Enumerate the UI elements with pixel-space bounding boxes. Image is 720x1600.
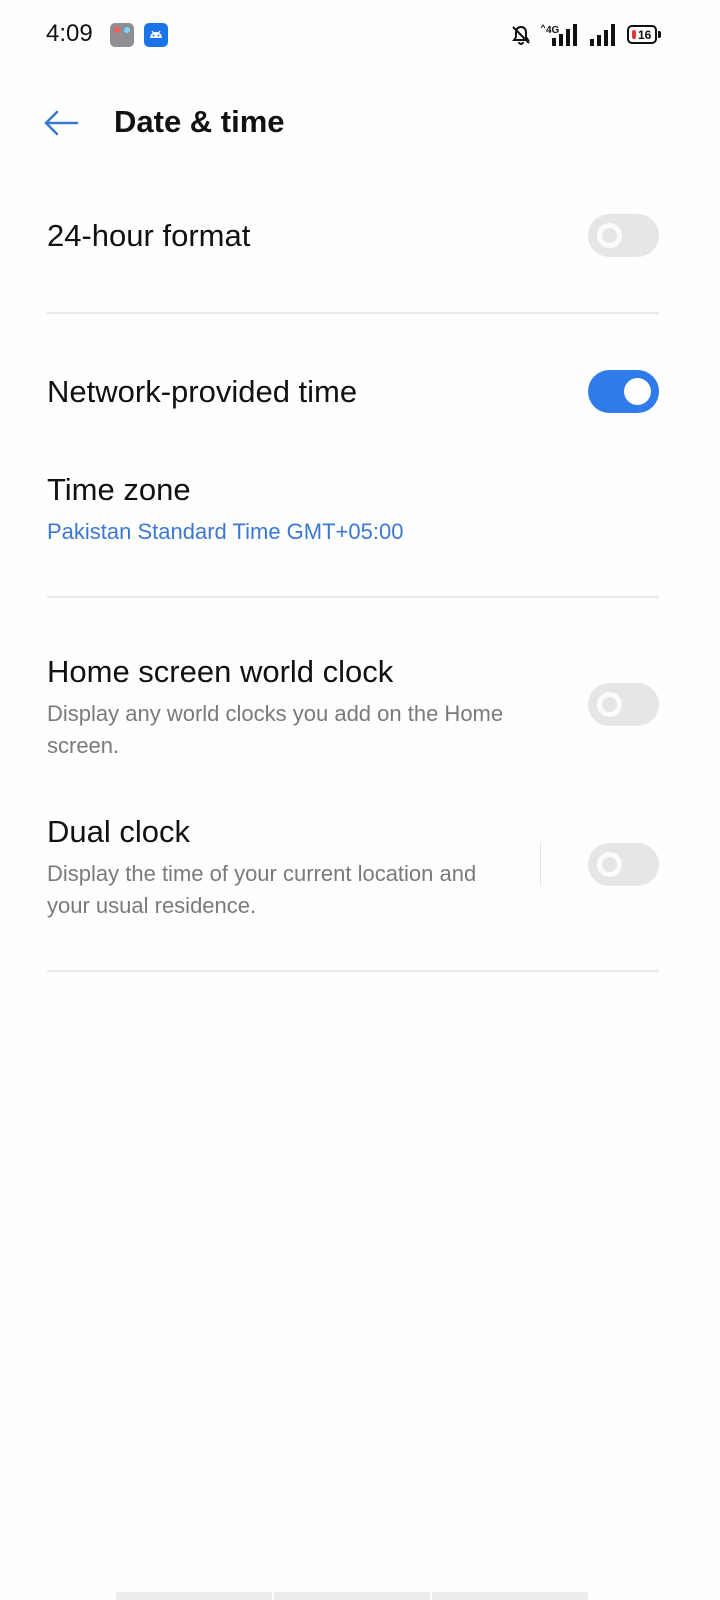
setting-24-hour-format-label: 24-hour format	[47, 218, 251, 253]
setting-network-time-label: Network-provided time	[47, 374, 358, 409]
battery-tip	[658, 31, 661, 38]
battery-body: 16	[627, 25, 657, 44]
setting-dual-clock[interactable]: Dual clock Display the time of your curr…	[0, 808, 720, 928]
back-button[interactable]	[40, 104, 82, 142]
page-title: Date & time	[114, 104, 285, 139]
nav-bar-segment	[274, 1592, 430, 1600]
toggle-knob	[597, 223, 622, 248]
setting-home-screen-world-clock[interactable]: Home screen world clock Display any worl…	[0, 648, 720, 768]
android-app-icon	[144, 23, 168, 47]
battery-icon: 16	[627, 25, 661, 44]
setting-24-hour-format[interactable]: 24-hour format	[0, 200, 720, 272]
battery-level: 16	[638, 28, 652, 42]
toggle-knob	[597, 692, 622, 717]
arrow-left-icon	[44, 110, 79, 136]
section-divider	[47, 596, 659, 598]
vertical-divider	[540, 842, 541, 886]
signal-icon	[588, 22, 618, 53]
setting-time-zone[interactable]: Time zone Pakistan Standard Time GMT+05:…	[0, 466, 720, 562]
setting-time-zone-label: Time zone	[47, 472, 191, 507]
status-time: 4:09	[46, 20, 93, 47]
setting-network-provided-time[interactable]: Network-provided time	[0, 356, 720, 428]
signal-4g-icon: 4G	[540, 22, 582, 53]
battery-fill	[632, 30, 636, 39]
dual-clock-toggle[interactable]	[588, 843, 659, 886]
24-hour-format-toggle[interactable]	[588, 214, 659, 257]
status-bar: 4:09 4G 16	[0, 0, 720, 72]
nav-bar-segment	[116, 1592, 272, 1600]
setting-world-clock-description: Display any world clocks you add on the …	[47, 701, 504, 758]
world-clock-toggle[interactable]	[588, 683, 659, 726]
nav-bar-segment	[432, 1592, 588, 1600]
section-divider	[47, 312, 659, 314]
toggle-knob	[624, 378, 651, 405]
gallery-app-icon	[110, 23, 134, 47]
network-time-toggle[interactable]	[588, 370, 659, 413]
bell-off-icon	[510, 24, 532, 51]
time-zone-value: Pakistan Standard Time GMT+05:00	[47, 519, 404, 544]
setting-dual-clock-description: Display the time of your current locatio…	[47, 861, 477, 918]
toggle-knob	[597, 852, 622, 877]
section-divider	[47, 970, 659, 972]
date-time-settings-screen: 4:09 4G 16 Date & time 24-hour format Ne…	[0, 0, 720, 1600]
network-type-label: 4G	[546, 25, 560, 36]
setting-world-clock-label: Home screen world clock	[47, 654, 394, 689]
setting-dual-clock-label: Dual clock	[47, 814, 190, 849]
